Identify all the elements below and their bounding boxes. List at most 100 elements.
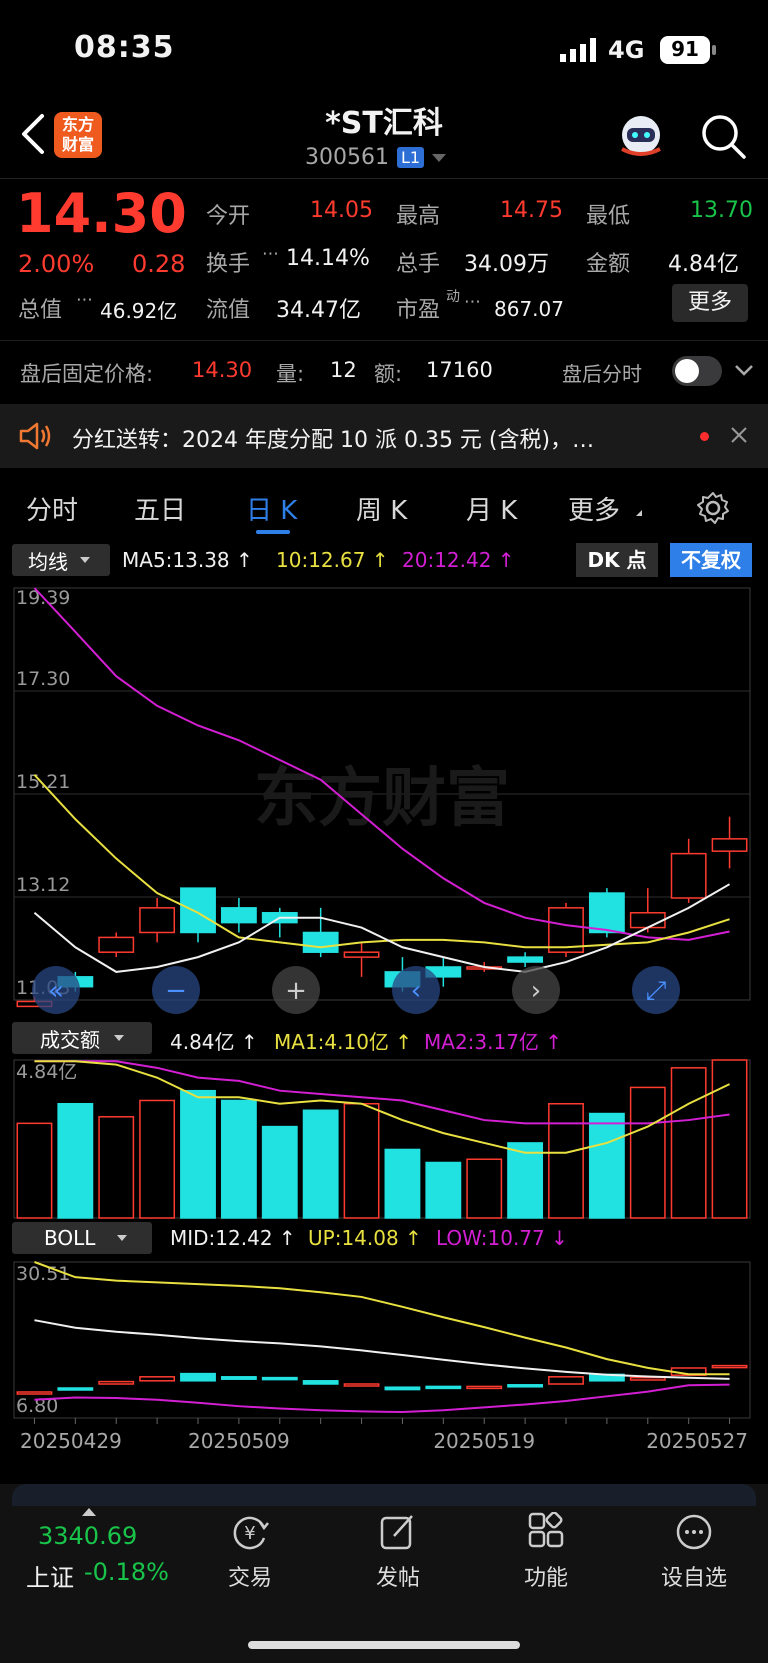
dropdown-triangle-icon	[114, 1035, 124, 1041]
scroll-right-icon: ›	[531, 976, 541, 1006]
functions-button[interactable]: 功能	[506, 1508, 586, 1598]
scroll-left-icon: ‹	[411, 976, 421, 1006]
expand-up-icon[interactable]	[82, 1508, 96, 1516]
home-indicator	[248, 1641, 520, 1649]
volume-bar	[139, 1099, 176, 1219]
x-axis-label: 20250519	[433, 1429, 535, 1453]
index-change: -0.18%	[84, 1558, 169, 1586]
kline-charts[interactable]: 19.3917.3015.2113.1211.03东方财富«−+‹›⤢4.84亿…	[0, 0, 768, 1480]
scroll-left-fast-icon: «	[48, 976, 64, 1006]
boll-candle	[98, 1380, 135, 1385]
trade-button[interactable]: ¥ 交易	[210, 1508, 290, 1598]
boll-candle	[57, 1387, 94, 1391]
candle-body	[711, 838, 748, 852]
indicator-selector-label: BOLL	[44, 1226, 96, 1250]
volume-bar	[384, 1148, 421, 1219]
edit-icon	[378, 1512, 418, 1552]
volume-bar	[98, 1116, 135, 1219]
volume-bar	[343, 1102, 380, 1219]
add-watchlist-button[interactable]: 设自选	[654, 1508, 734, 1598]
boll-low-legend: LOW:10.77 ↓	[436, 1226, 568, 1250]
candle-body	[98, 936, 135, 953]
grid-icon	[526, 1511, 566, 1552]
dropdown-triangle-icon	[117, 1235, 128, 1241]
volume-bar	[507, 1142, 544, 1219]
functions-label: 功能	[523, 1566, 568, 1591]
boll-frame	[13, 1261, 751, 1419]
scroll-right-button[interactable]: ›	[512, 966, 560, 1014]
volume-bar	[588, 1112, 625, 1219]
volume-ma2-line	[34, 1060, 730, 1125]
volume-bar	[261, 1125, 298, 1219]
svg-text:¥: ¥	[244, 1523, 255, 1544]
watermark: 东方财富	[254, 762, 510, 836]
x-axis-label: 20250527	[646, 1429, 748, 1453]
boll-mid-legend: MID:12.42 ↑	[170, 1226, 296, 1250]
zoom-in-button[interactable]: +	[272, 966, 320, 1014]
volume-bar	[180, 1089, 216, 1219]
bottom-panel: 3340.69 上证 -0.18% ¥ 交易 发帖 功能 设自选	[0, 1484, 768, 1663]
add-watchlist-label: 设自选	[660, 1566, 727, 1591]
boll-candle	[261, 1376, 298, 1381]
volume-legend: 4.84亿 ↑	[170, 1030, 258, 1054]
candle-body	[220, 907, 257, 924]
x-axis-label: 20250429	[20, 1429, 122, 1453]
index-name: 上证	[26, 1564, 74, 1592]
volume-bar	[57, 1102, 94, 1219]
boll-candle	[507, 1384, 544, 1388]
volume-ma1-line	[34, 1060, 730, 1154]
indicator-selector-volume[interactable]: 成交额	[12, 1022, 152, 1054]
drawer-handle[interactable]	[12, 1484, 756, 1506]
zoom-out-icon: −	[165, 976, 187, 1006]
more-dots-icon	[674, 1512, 714, 1552]
scroll-left-button[interactable]: ‹	[392, 966, 440, 1014]
boll-candle	[466, 1385, 503, 1390]
candle-body	[139, 907, 176, 934]
post-button[interactable]: 发帖	[358, 1508, 438, 1598]
boll-candle	[629, 1376, 666, 1381]
kline-y-tick: 13.12	[16, 874, 70, 896]
boll-candle	[384, 1386, 421, 1391]
volume-y-tick: 4.84亿	[16, 1061, 77, 1083]
boll-candle	[302, 1380, 339, 1385]
boll-candle	[139, 1376, 176, 1382]
volume-bar	[16, 1122, 53, 1219]
fullscreen-button[interactable]: ⤢	[632, 966, 680, 1014]
boll-candle	[711, 1364, 748, 1369]
zoom-in-icon: +	[285, 976, 307, 1006]
volume-ma2-legend: MA2:3.17亿 ↑	[424, 1030, 563, 1054]
boll-candle	[220, 1376, 257, 1380]
index-value[interactable]: 3340.69	[38, 1522, 137, 1550]
boll-low-line	[34, 1383, 730, 1414]
candle-body	[302, 931, 339, 953]
boll-candle	[425, 1385, 462, 1390]
yuan-cycle-icon: ¥	[230, 1512, 270, 1552]
candle-body	[588, 892, 625, 934]
trade-label: 交易	[227, 1566, 272, 1591]
candle-body	[343, 951, 380, 958]
indicator-selector-label: 成交额	[40, 1027, 100, 1052]
volume-bar	[220, 1099, 257, 1219]
zoom-out-button[interactable]: −	[152, 966, 200, 1014]
volume-bar	[466, 1158, 503, 1219]
boll-candle	[16, 1391, 53, 1395]
boll-mid-line	[34, 1319, 730, 1380]
boll-up-legend: UP:14.08 ↑	[308, 1226, 422, 1250]
candle-body	[507, 956, 544, 963]
candle-body	[670, 852, 707, 899]
boll-up-line	[34, 1261, 730, 1376]
volume-bar	[548, 1102, 584, 1219]
volume-ma1-legend: MA1:4.10亿 ↑	[274, 1030, 413, 1054]
boll-candle	[180, 1372, 216, 1382]
post-label: 发帖	[375, 1566, 420, 1591]
volume-bar	[425, 1161, 462, 1219]
volume-bar	[302, 1109, 339, 1219]
candle-body	[629, 912, 666, 929]
indicator-selector-boll[interactable]: BOLL	[12, 1222, 152, 1254]
volume-bar	[711, 1059, 748, 1219]
boll-candle	[548, 1376, 584, 1385]
kline-y-tick: 17.30	[16, 668, 70, 690]
scroll-left-fast-button[interactable]: «	[32, 966, 80, 1014]
kline-y-tick: 15.21	[16, 771, 70, 793]
volume-bar	[670, 1067, 707, 1219]
